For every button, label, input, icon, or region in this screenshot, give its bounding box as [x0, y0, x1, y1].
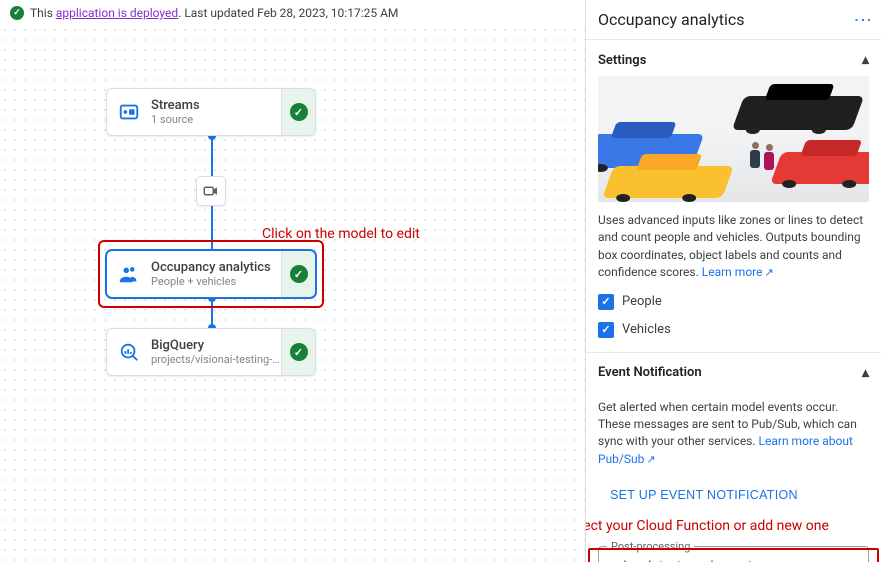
check-icon: ✓ [290, 265, 308, 283]
external-link-icon: ↗ [764, 266, 773, 279]
deployed-link[interactable]: application is deployed [56, 6, 178, 20]
field-legend: Post-processing [607, 540, 694, 553]
bigquery-icon [117, 340, 141, 364]
post-processing-select[interactable]: Post-processing pub-sub-test-mock-event … [598, 546, 869, 562]
streams-icon [117, 100, 141, 124]
more-menu-icon[interactable]: ⋮ [855, 11, 869, 28]
status-suffix: . Last updated Feb 28, 2023, 10:17:25 AM [178, 6, 398, 20]
event-notification-header[interactable]: Event Notification ▴ [598, 353, 869, 389]
node-occupancy-analytics[interactable]: Occupancy analytics People + vehicles ✓ [106, 250, 316, 298]
checkbox-label: Vehicles [622, 322, 671, 337]
learn-more-link[interactable]: Learn more↗ [702, 265, 774, 279]
checkbox-label: People [622, 294, 662, 309]
node-subtitle: People + vehicles [151, 275, 281, 288]
node-streams[interactable]: Streams 1 source ✓ [106, 88, 316, 136]
checkbox-checked-icon: ✓ [598, 294, 614, 310]
status-prefix: This [30, 6, 56, 20]
connector [211, 136, 213, 176]
node-title: Occupancy analytics [151, 260, 281, 275]
deploy-status-bar: ✓ This application is deployed. Last upd… [0, 0, 585, 26]
app-graph-canvas[interactable]: ✓ This application is deployed. Last upd… [0, 0, 585, 562]
node-status: ✓ [281, 329, 315, 375]
settings-label: Settings [598, 53, 646, 68]
node-bigquery[interactable]: BigQuery projects/visionai-testing-stabl… [106, 328, 316, 376]
panel-title: Occupancy analytics [598, 10, 744, 29]
node-status: ✓ [281, 89, 315, 135]
check-icon: ✓ [290, 103, 308, 121]
node-connector-stream[interactable] [196, 176, 226, 206]
people-icon [117, 262, 141, 286]
checkbox-checked-icon: ✓ [598, 322, 614, 338]
node-subtitle: projects/visionai-testing-stabl… [151, 353, 281, 366]
node-status: ✓ [281, 251, 315, 297]
annotation-text: Click on the model to edit [262, 226, 420, 242]
external-link-icon: ↗ [646, 453, 655, 466]
settings-section-header[interactable]: Settings ▴ [598, 40, 869, 76]
annotation-text: Select your Cloud Function or add new on… [586, 518, 869, 534]
settings-illustration [598, 76, 869, 202]
chevron-up-icon: ▴ [862, 365, 869, 381]
checkbox-vehicles[interactable]: ✓ Vehicles [598, 322, 869, 338]
connector [211, 206, 213, 250]
checkbox-people[interactable]: ✓ People [598, 294, 869, 310]
node-subtitle: 1 source [151, 113, 281, 126]
check-circle-icon: ✓ [10, 6, 24, 20]
chevron-down-icon: ▼ [847, 558, 858, 562]
check-icon: ✓ [290, 343, 308, 361]
node-title: Streams [151, 98, 281, 113]
setup-event-notification-button[interactable]: SET UP EVENT NOTIFICATION [598, 480, 810, 510]
settings-description: Uses advanced inputs like zones or lines… [598, 212, 869, 282]
event-notification-label: Event Notification [598, 365, 702, 380]
event-notification-description: Get alerted when certain model events oc… [598, 399, 869, 469]
node-title: BigQuery [151, 338, 281, 353]
chevron-up-icon: ▴ [862, 52, 869, 68]
details-panel: Occupancy analytics ⋮ Settings ▴ [585, 0, 881, 562]
